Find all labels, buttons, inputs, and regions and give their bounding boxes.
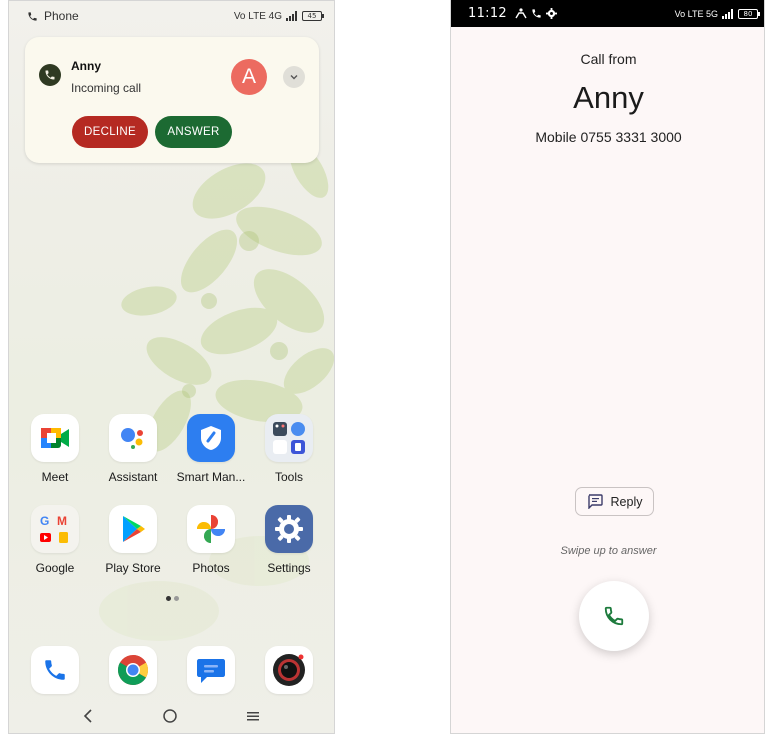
phone-app-icon	[31, 646, 79, 694]
camera-icon	[265, 646, 313, 694]
chrome-icon	[109, 646, 157, 694]
phone-icon	[604, 606, 624, 626]
call-from-label: Call from	[580, 51, 637, 67]
incoming-call-screen: 11:12 Vo LTE 5G 80 Call from Anny Mobile…	[450, 0, 765, 734]
app-label: Settings	[267, 561, 311, 575]
signal-indicators: Vo LTE 5G	[674, 8, 718, 19]
app-settings[interactable]: Settings	[250, 505, 328, 575]
status-time: 11:12	[468, 6, 507, 21]
back-icon[interactable]	[82, 708, 96, 724]
app-label: Google	[35, 561, 75, 575]
app-label: Play Store	[105, 561, 161, 575]
app-label: Assistant	[108, 470, 158, 484]
expand-chevron-icon[interactable]	[283, 66, 305, 88]
home-icon[interactable]	[162, 708, 178, 724]
svg-text:G: G	[40, 514, 49, 528]
app-label: Smart Man...	[176, 470, 246, 484]
svg-text:M: M	[57, 514, 67, 528]
settings-icon	[265, 505, 313, 553]
app-label: Photos	[192, 561, 230, 575]
app-smart-manager[interactable]: Smart Man...	[172, 414, 250, 484]
status-bar: 11:12 Vo LTE 5G 80	[451, 0, 764, 27]
answer-call-button[interactable]	[579, 581, 649, 651]
app-label: Tools	[274, 470, 303, 484]
swipe-hint: Swipe up to answer	[560, 545, 657, 557]
notification-caller-name: Anny	[71, 59, 101, 73]
app-label: Meet	[41, 470, 69, 484]
smart-manager-icon	[187, 414, 235, 462]
battery-icon: 45	[302, 11, 324, 21]
reply-label: Reply	[610, 494, 643, 509]
dock-messages[interactable]	[172, 646, 250, 694]
page-indicator	[166, 596, 179, 601]
tools-folder-icon	[265, 414, 313, 462]
status-bar: Phone Vo LTE 4G 45	[9, 1, 334, 31]
home-screen: Phone Vo LTE 4G 45 Anny Incoming call A …	[8, 0, 335, 734]
app-assistant[interactable]: Assistant	[94, 414, 172, 484]
photos-icon	[187, 505, 235, 553]
caller-name: Anny	[573, 80, 644, 115]
dock-camera[interactable]	[250, 646, 328, 694]
answer-button[interactable]: ANSWER	[155, 116, 232, 148]
app-meet[interactable]: Meet	[16, 414, 94, 484]
messages-icon	[187, 646, 235, 694]
play-store-icon	[109, 505, 157, 553]
reply-button[interactable]: Reply	[575, 487, 654, 516]
page-dot	[174, 596, 179, 601]
caller-number: Mobile 0755 3331 3000	[535, 129, 682, 145]
caller-avatar: A	[231, 59, 267, 95]
decline-button[interactable]: DECLINE	[72, 116, 148, 148]
app-tools-folder[interactable]: Tools	[250, 414, 328, 484]
signal-icon	[286, 11, 297, 21]
signal-indicators: Vo LTE 4G	[233, 10, 282, 22]
navigation-bar	[9, 701, 334, 731]
signal-icon	[722, 8, 733, 19]
meet-icon	[31, 414, 79, 462]
app-google-folder[interactable]: G M Google	[16, 505, 94, 575]
phone-icon	[532, 9, 541, 18]
dock-phone[interactable]	[16, 646, 94, 694]
battery-icon: 80	[738, 8, 760, 19]
incoming-call-notification[interactable]: Anny Incoming call A DECLINE ANSWER	[25, 37, 319, 163]
phone-icon	[28, 11, 37, 21]
app-photos[interactable]: Photos	[172, 505, 250, 575]
dock-chrome[interactable]	[94, 646, 172, 694]
message-icon	[587, 494, 603, 509]
accessibility-icon	[515, 8, 527, 19]
google-folder-icon: G M	[31, 505, 79, 553]
menu-icon[interactable]	[245, 709, 261, 723]
status-app-name: Phone	[44, 9, 79, 23]
page-dot-active	[166, 596, 171, 601]
assistant-icon	[109, 414, 157, 462]
gear-icon	[545, 8, 557, 19]
app-play-store[interactable]: Play Store	[94, 505, 172, 575]
notification-subtitle: Incoming call	[71, 81, 142, 95]
call-icon	[39, 64, 61, 86]
